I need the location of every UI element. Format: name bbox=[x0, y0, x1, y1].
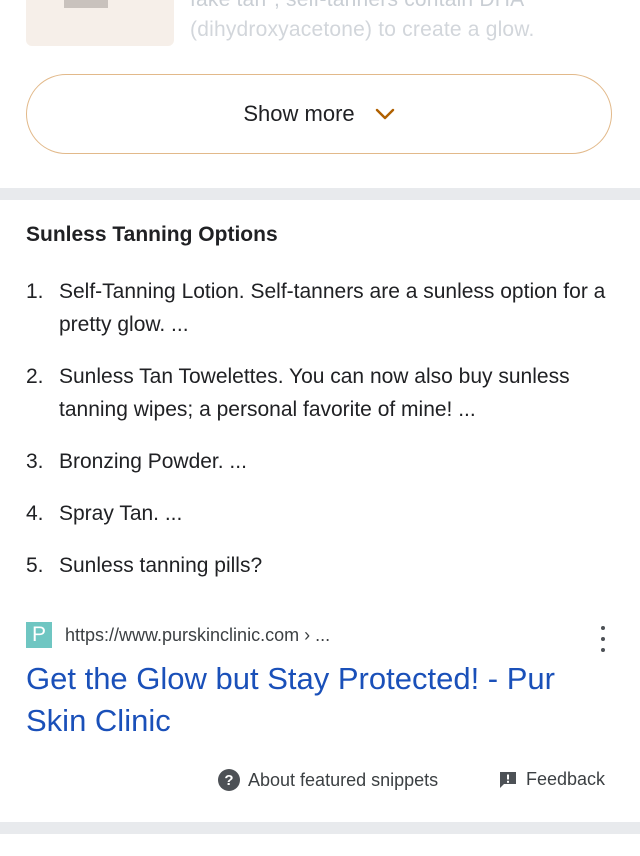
list-item: 3. Bronzing Powder. ... bbox=[26, 445, 616, 478]
list-item-number: 3. bbox=[26, 450, 44, 473]
about-featured-snippets-label: About featured snippets bbox=[248, 769, 439, 790]
section-divider bbox=[0, 822, 640, 834]
chevron-down-icon bbox=[375, 107, 395, 121]
list-item: 5. Sunless tanning pills? bbox=[26, 549, 616, 582]
list-item-number: 5. bbox=[26, 554, 44, 577]
more-options-icon[interactable] bbox=[596, 626, 610, 652]
show-more-button[interactable]: Show more bbox=[26, 74, 612, 154]
previous-result-fragment: fake tan", self-tanners contain DHA (dih… bbox=[0, 0, 640, 70]
help-icon: ? bbox=[218, 769, 240, 791]
list-item-text: Self-Tanning Lotion. Self-tanners are a … bbox=[59, 280, 606, 336]
about-featured-snippets-link[interactable]: ? About featured snippets bbox=[218, 769, 438, 791]
list-item-number: 2. bbox=[26, 365, 44, 388]
section-divider bbox=[0, 188, 640, 200]
list-item-text: Bronzing Powder. ... bbox=[59, 450, 247, 473]
show-more-label: Show more bbox=[243, 101, 355, 126]
result-thumbnail[interactable] bbox=[26, 0, 174, 46]
list-item-text: Spray Tan. ... bbox=[59, 502, 183, 525]
snippet-list: 1. Self-Tanning Lotion. Self-tanners are … bbox=[26, 275, 616, 601]
feedback-icon bbox=[498, 770, 518, 790]
image-placeholder-icon bbox=[64, 0, 108, 8]
feedback-label: Feedback bbox=[526, 769, 606, 789]
snippet-heading: Sunless Tanning Options bbox=[26, 223, 278, 246]
source-url[interactable]: https://www.purskinclinic.com › ... bbox=[65, 625, 330, 646]
list-item: 2. Sunless Tan Towelettes. You can now al… bbox=[26, 360, 616, 426]
feedback-button[interactable]: Feedback bbox=[498, 769, 605, 790]
faded-snippet-line-2: (dihydroxyacetone) to create a glow. bbox=[190, 18, 535, 41]
list-item-text: Sunless Tan Towelettes. You can now also… bbox=[59, 365, 570, 421]
list-item: 1. Self-Tanning Lotion. Self-tanners are … bbox=[26, 275, 616, 341]
list-item: 4. Spray Tan. ... bbox=[26, 497, 616, 530]
result-title-link[interactable]: Get the Glow but Stay Protected! - Pur S… bbox=[26, 658, 616, 742]
source-citation[interactable]: P https://www.purskinclinic.com › ... bbox=[26, 622, 330, 648]
list-item-number: 1. bbox=[26, 280, 44, 303]
list-item-text: Sunless tanning pills? bbox=[59, 554, 263, 577]
list-item-number: 4. bbox=[26, 502, 44, 525]
site-favicon-icon: P bbox=[26, 622, 52, 648]
faded-snippet-line-1: fake tan", self-tanners contain DHA bbox=[190, 0, 630, 12]
